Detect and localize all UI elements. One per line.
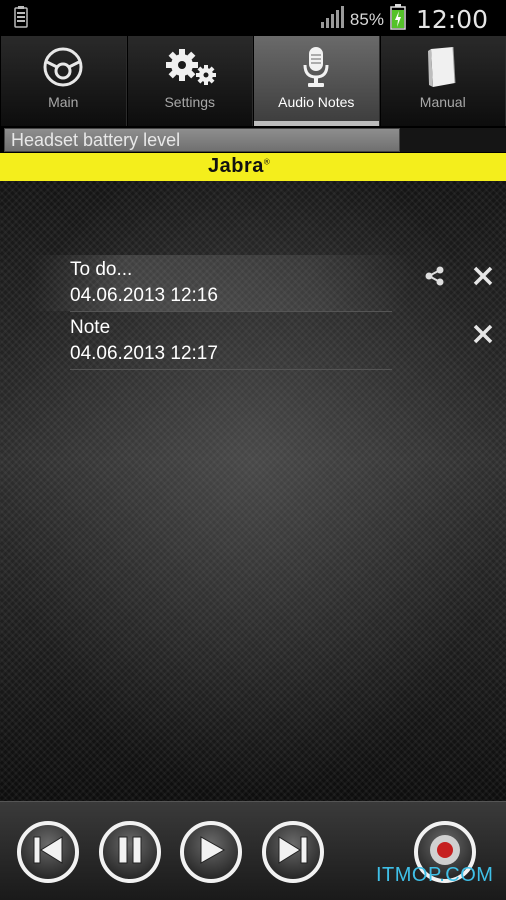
share-icon[interactable] [424,265,446,287]
status-bar: 85% 12:00 [0,0,506,36]
pause-button[interactable] [99,821,161,883]
tab-main[interactable]: Main [0,36,127,126]
clock: 12:00 [415,5,488,34]
book-icon [425,44,461,90]
note-date: 04.06.2013 12:16 [70,285,218,306]
note-date: 04.06.2013 12:17 [70,343,218,364]
row-divider [70,311,392,312]
previous-button[interactable] [17,821,79,883]
battery-charging-icon [390,4,406,35]
audio-notes-list: To do... 04.06.2013 12:16 Note 04.06.201… [0,181,506,801]
tab-bar: Main Settings Audio Notes Manual [0,36,506,126]
brand-banner: Jabra® [0,153,506,181]
next-button[interactable] [262,821,324,883]
tab-label: Audio Notes [278,94,355,110]
battery-bar-label: Headset battery level [11,130,181,150]
play-icon [196,835,226,870]
target-icon [41,44,85,90]
microphone-icon [301,44,331,90]
battery-percent: 85% [349,9,384,29]
tab-manual[interactable]: Manual [379,36,506,126]
tab-audio-notes[interactable]: Audio Notes [253,36,380,126]
next-icon [277,835,309,870]
tab-label: Settings [164,94,216,110]
phone-storage-icon [14,6,28,33]
gears-icon [160,44,220,90]
delete-icon[interactable] [472,323,494,345]
delete-icon[interactable] [472,265,494,287]
note-title: To do... [70,259,133,280]
tab-label: Main [48,94,79,110]
headset-battery-bar: Headset battery level [4,128,400,152]
note-title: Note [70,317,111,338]
jabra-logo: Jabra® [208,155,271,177]
play-button[interactable] [180,821,242,883]
signal-icon [320,5,344,34]
tab-settings[interactable]: Settings [126,36,253,126]
tab-label: Manual [419,94,466,110]
row-divider [70,369,392,370]
list-item[interactable]: To do... 04.06.2013 12:16 [0,255,506,312]
list-item[interactable]: Note 04.06.2013 12:17 [0,313,506,370]
pause-icon [116,835,144,870]
previous-icon [32,835,64,870]
battery-bar-empty [400,128,506,152]
watermark: ITMOP.COM [376,864,494,886]
